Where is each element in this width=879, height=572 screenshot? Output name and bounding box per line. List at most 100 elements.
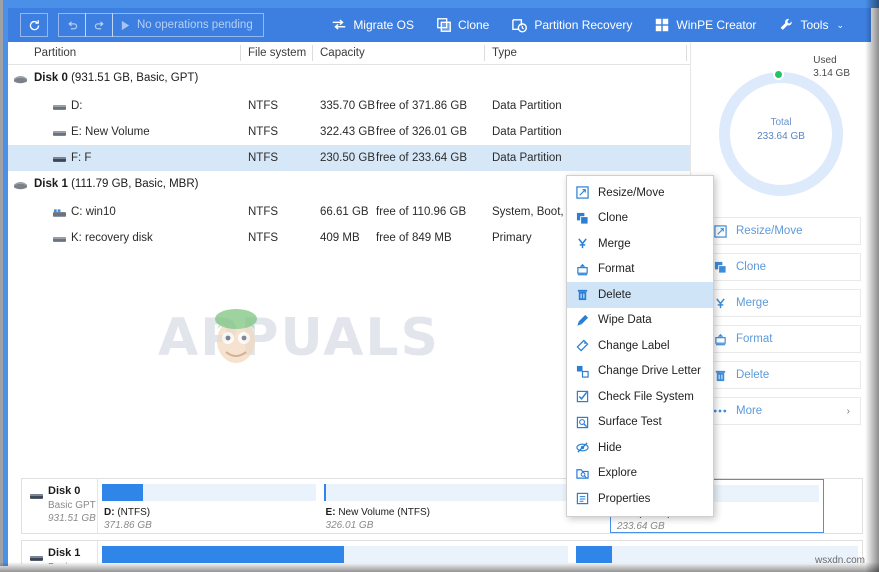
usage-bar-fill [575,546,613,563]
action-delete[interactable]: Delete [701,361,861,389]
partition-free: 409 MB [320,232,360,244]
context-menu-item-explore[interactable]: Explore [567,461,713,487]
action-label: Clone [736,261,767,273]
partition-label: C: win10 [71,206,116,218]
partition-total: 849 MB [412,232,452,244]
partition-free-of: free of [376,100,409,112]
context-menu-item-properties[interactable]: Properties [567,486,713,512]
disk-map-row[interactable]: Disk 1 Basic MBR 111.79 GB C: win10 (NTF… [21,540,863,564]
disk-meta-text: (111.79 GB, Basic, MBR) [71,178,199,190]
disk-icon [30,488,43,506]
tools-wrench-icon [781,18,793,30]
disk-map-partition[interactable]: C: win10 (NTFS) 110.96 GB [98,541,572,564]
resize-move-icon [575,185,590,200]
disk-map-partition[interactable]: D: (NTFS) 371.86 GB [98,479,320,533]
partition-rest: New Volume (NTFS) [335,507,431,518]
column-header-file-system: File system [248,47,307,59]
usage-bar-fill [323,484,327,501]
context-menu-item-delete[interactable]: Delete [567,282,713,308]
action-format[interactable]: Format [701,325,861,353]
action-label: Delete [736,369,770,381]
table-row[interactable]: D: NTFS 335.70 GB free of 371.86 GB Data… [8,93,690,119]
toolbar-left-group: No operations pending [8,13,264,37]
partition-filesystem: NTFS [248,100,279,112]
brand-watermark: APPUALS [158,297,488,377]
partition-recovery-button[interactable]: Partition Recovery [500,8,643,42]
partition-details-panel: Used 3.14 GB Total 233.64 GB Resize/Move [690,42,871,472]
used-title: Used [813,55,837,66]
partition-filesystem: NTFS [248,126,279,138]
play-apply-icon [121,20,130,30]
migrate-os-icon [333,19,346,30]
partition-icon [53,129,66,141]
merge-icon [713,296,727,310]
partition-recovery-icon [512,18,528,33]
winpe-creator-button[interactable]: WinPE Creator [643,8,767,42]
partition-free-of: free of [376,206,409,218]
table-row-selected[interactable]: F: F NTFS 230.50 GB free of 233.64 GB Da… [8,145,690,171]
context-menu-item-label: Change Label [598,339,670,352]
tools-menu-button[interactable]: Tools ⌄ [767,8,855,42]
context-menu-item-label: Hide [598,441,622,454]
action-label: Merge [736,297,769,309]
partition-icon-system [53,209,66,222]
disk-map-row[interactable]: Disk 0 Basic GPT 931.51 GB D: (NTFS) 371… [21,478,863,534]
context-menu-item-merge[interactable]: Merge [567,231,713,257]
partition-context-menu: Resize/Move Clone Merge Format Delete Wi… [566,175,714,517]
partition-label: E: New Volume [71,126,150,138]
partition-label: F: F [71,152,92,164]
window-frame-bottom-shadow [0,562,879,572]
action-resize-move[interactable]: Resize/Move [701,217,861,245]
partition-icon [53,103,66,115]
action-clone[interactable]: Clone [701,253,861,281]
redo-button[interactable] [85,13,113,37]
partition-total: 371.86 GB [412,100,467,112]
context-menu-item-change-drive-letter[interactable]: Change Drive Letter [567,359,713,385]
disk-map-partition-size: 371.86 GB [104,520,152,531]
context-menu-item-hide[interactable]: Hide [567,435,713,461]
disk-map-info: Disk 1 Basic MBR 111.79 GB [22,541,98,564]
change-drive-letter-icon [575,364,590,379]
action-merge[interactable]: Merge [701,289,861,317]
context-menu-item-resize-move[interactable]: Resize/Move [567,180,713,206]
disk-icon [13,74,28,88]
partition-icon [53,235,66,247]
delete-trash-icon [575,287,590,302]
context-menu-item-check-file-system[interactable]: Check File System [567,384,713,410]
change-label-tag-icon [575,338,590,353]
partition-letter: E: [325,507,336,518]
context-menu-item-label: Clone [598,212,629,225]
table-row[interactable]: E: New Volume NTFS 322.43 GB free of 326… [8,119,690,145]
context-menu-item-clone[interactable]: Clone [567,206,713,232]
partition-type: Data Partition [492,152,562,164]
context-menu-item-change-label[interactable]: Change Label [567,333,713,359]
clone-button[interactable]: Clone [425,8,500,42]
donut-center-text: Total 233.64 GB [719,116,843,144]
migrate-os-button[interactable]: Migrate OS [320,8,425,42]
action-label: Resize/Move [736,225,803,237]
chevron-down-icon: ⌄ [836,19,844,30]
action-more[interactable]: More › [701,397,861,425]
context-menu-item-label: Wipe Data [598,314,652,327]
wipe-data-icon [575,313,590,328]
pending-operations-button[interactable]: No operations pending [112,13,264,37]
main-toolbar: No operations pending Migrate OS Clone P… [8,8,871,42]
disk-map-size: 931.51 GB [48,513,96,524]
partition-free: 230.50 GB [320,152,375,164]
disk-name: Disk 1 (111.79 GB, Basic, MBR) [34,178,199,190]
context-menu-item-label: Format [598,263,635,276]
undo-button[interactable] [58,13,86,37]
context-menu-item-format[interactable]: Format [567,257,713,283]
clone-icon [575,211,590,226]
disk-map-partition-size: 326.01 GB [325,520,374,531]
partition-filesystem: NTFS [248,152,279,164]
format-icon [713,332,727,346]
used-label-group: Used 3.14 GB [813,54,850,80]
partition-label: K: recovery disk [71,232,153,244]
clone-icon [713,260,727,274]
context-menu-item-surface-test[interactable]: Surface Test [567,410,713,436]
disk-map-partition-name: D: (NTFS) [104,507,320,518]
context-menu-item-wipe-data[interactable]: Wipe Data [567,308,713,334]
refresh-button[interactable] [20,13,48,37]
disk-group-row[interactable]: Disk 0 (931.51 GB, Basic, GPT) [8,65,690,93]
